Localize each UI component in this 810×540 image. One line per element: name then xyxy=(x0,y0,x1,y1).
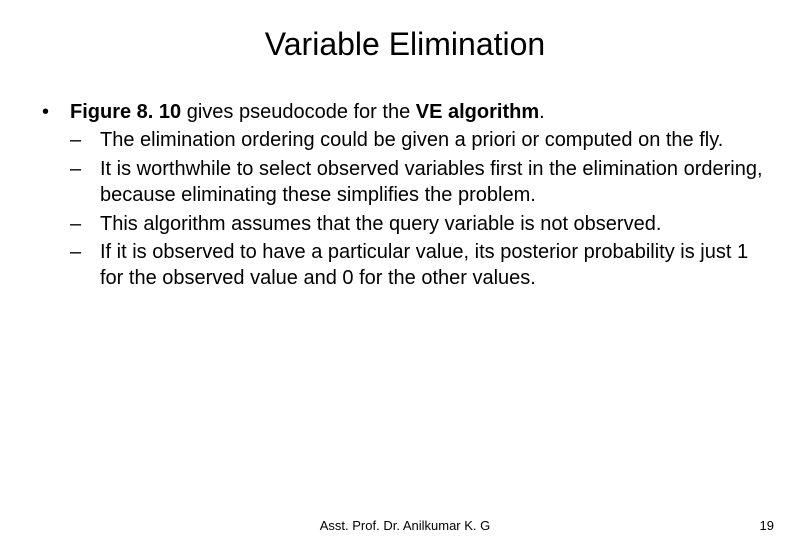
sub-bullet-text: It is worthwhile to select observed vari… xyxy=(100,156,774,209)
sub-bullet-item: – It is worthwhile to select observed va… xyxy=(36,156,774,209)
sub-bullet-item: – The elimination ordering could be give… xyxy=(36,127,774,153)
dash-marker: – xyxy=(70,156,100,209)
slide: Variable Elimination • Figure 8. 10 give… xyxy=(0,0,810,540)
footer-author: Asst. Prof. Dr. Anilkumar K. G xyxy=(320,518,491,533)
dash-marker: – xyxy=(70,211,100,237)
figure-ref: Figure 8. 10 xyxy=(70,101,181,123)
intro-mid: gives pseudocode for the xyxy=(181,101,416,123)
slide-body: • Figure 8. 10 gives pseudocode for the … xyxy=(36,99,774,292)
intro-end: . xyxy=(539,101,545,123)
dash-marker: – xyxy=(70,127,100,153)
dash-marker: – xyxy=(70,239,100,292)
slide-title: Variable Elimination xyxy=(36,26,774,63)
sub-bullet-text: If it is observed to have a particular v… xyxy=(100,239,774,292)
sub-bullet-text: The elimination ordering could be given … xyxy=(100,127,774,153)
sub-bullet-item: – This algorithm assumes that the query … xyxy=(36,211,774,237)
sub-bullet-text: This algorithm assumes that the query va… xyxy=(100,211,774,237)
footer-page-number: 19 xyxy=(760,518,774,533)
algo-name: VE algorithm xyxy=(416,101,539,123)
sub-bullet-item: – If it is observed to have a particular… xyxy=(36,239,774,292)
bullet-text: Figure 8. 10 gives pseudocode for the VE… xyxy=(70,99,774,125)
bullet-item: • Figure 8. 10 gives pseudocode for the … xyxy=(36,99,774,125)
bullet-marker: • xyxy=(36,99,70,125)
